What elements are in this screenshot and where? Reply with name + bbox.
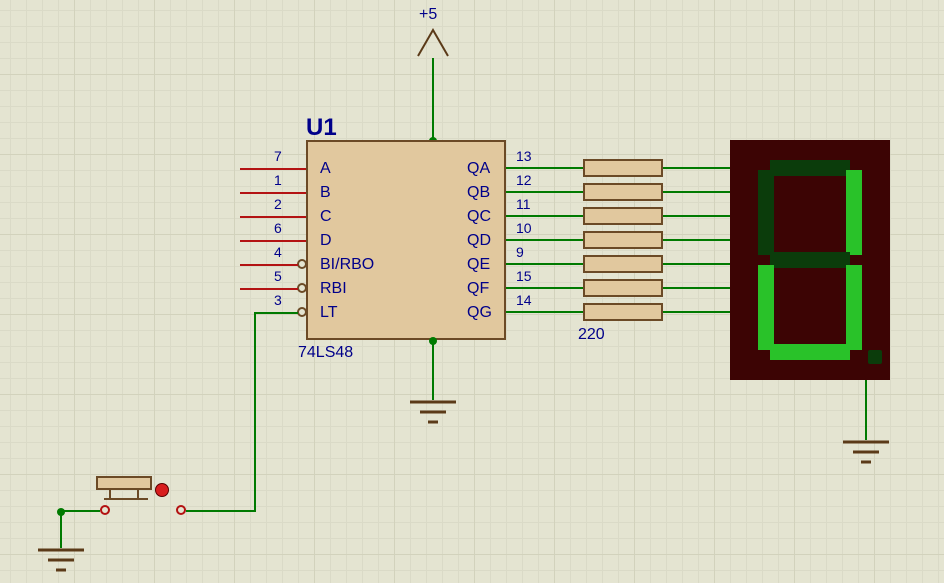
pin-num: 7 bbox=[274, 148, 282, 164]
resistor[interactable] bbox=[583, 303, 663, 321]
resistor[interactable] bbox=[583, 183, 663, 201]
wire bbox=[60, 510, 62, 548]
resistor[interactable] bbox=[583, 279, 663, 297]
wire bbox=[506, 167, 583, 169]
wire bbox=[240, 216, 306, 218]
power-arrow-icon bbox=[416, 26, 450, 60]
pin-name: QF bbox=[467, 280, 489, 298]
pin-name: QE bbox=[467, 256, 490, 274]
pin-num: 12 bbox=[516, 172, 532, 188]
wire bbox=[60, 510, 100, 512]
wire bbox=[663, 167, 730, 169]
pin-name: QG bbox=[467, 304, 492, 322]
wire bbox=[506, 191, 583, 193]
wire bbox=[506, 287, 583, 289]
inversion-bubble-icon bbox=[297, 259, 307, 269]
ic-part: 74LS48 bbox=[298, 344, 353, 362]
pin-name: QC bbox=[467, 208, 491, 226]
wire bbox=[432, 58, 434, 140]
wire bbox=[254, 312, 298, 314]
wire bbox=[663, 263, 730, 265]
wire bbox=[240, 240, 306, 242]
switch-body bbox=[96, 476, 152, 490]
pin-name: QD bbox=[467, 232, 491, 250]
ground-icon bbox=[38, 548, 84, 578]
seg-a bbox=[770, 160, 850, 176]
seg-dp bbox=[868, 350, 882, 364]
wire bbox=[663, 239, 730, 241]
pin-num: 6 bbox=[274, 220, 282, 236]
pin-num: 4 bbox=[274, 244, 282, 260]
pin-name: QB bbox=[467, 184, 490, 202]
wire bbox=[240, 288, 298, 290]
wire bbox=[506, 215, 583, 217]
wire bbox=[865, 380, 867, 440]
pin-name: QA bbox=[467, 160, 490, 178]
pin-num: 5 bbox=[274, 268, 282, 284]
seg-c bbox=[846, 265, 862, 350]
switch-terminal bbox=[100, 505, 110, 515]
ground-icon bbox=[843, 440, 889, 470]
pin-name: LT bbox=[320, 304, 337, 322]
wire bbox=[240, 168, 306, 170]
switch-actuator-button[interactable] bbox=[155, 483, 169, 497]
seg-e bbox=[758, 265, 774, 350]
resistor[interactable] bbox=[583, 231, 663, 249]
pin-name: RBI bbox=[320, 280, 347, 298]
wire bbox=[186, 510, 256, 512]
wire bbox=[240, 192, 306, 194]
wire bbox=[432, 340, 434, 400]
inversion-bubble-icon bbox=[297, 307, 307, 317]
wire bbox=[506, 239, 583, 241]
wire bbox=[663, 287, 730, 289]
resistor[interactable] bbox=[583, 207, 663, 225]
wire bbox=[240, 264, 298, 266]
power-label: +5 bbox=[419, 6, 437, 24]
seg-d bbox=[770, 344, 850, 360]
resistor[interactable] bbox=[583, 255, 663, 273]
inversion-bubble-icon bbox=[297, 283, 307, 293]
wire bbox=[663, 311, 730, 313]
pin-num: 10 bbox=[516, 220, 532, 236]
resistor[interactable] bbox=[583, 159, 663, 177]
wire bbox=[254, 312, 256, 512]
pin-num: 2 bbox=[274, 196, 282, 212]
wire bbox=[506, 263, 583, 265]
switch-arm bbox=[104, 498, 148, 500]
pin-num: 15 bbox=[516, 268, 532, 284]
wire bbox=[506, 311, 583, 313]
seg-g bbox=[770, 252, 850, 268]
seg-b bbox=[846, 170, 862, 255]
pin-name: A bbox=[320, 160, 331, 178]
pin-num: 11 bbox=[516, 196, 531, 212]
ground-icon bbox=[410, 400, 456, 430]
pin-num: 13 bbox=[516, 148, 532, 164]
pin-num: 1 bbox=[274, 172, 282, 188]
pin-name: C bbox=[320, 208, 332, 226]
ic-ref: U1 bbox=[306, 114, 337, 142]
switch-terminal bbox=[176, 505, 186, 515]
pin-num: 14 bbox=[516, 292, 532, 308]
pin-name: BI/RBO bbox=[320, 256, 374, 274]
pin-name: B bbox=[320, 184, 331, 202]
pin-num: 9 bbox=[516, 244, 524, 260]
seven-seg-display[interactable] bbox=[730, 140, 890, 380]
pin-num: 3 bbox=[274, 292, 282, 308]
wire bbox=[663, 215, 730, 217]
pin-name: D bbox=[320, 232, 332, 250]
resistor-value: 220 bbox=[578, 326, 605, 344]
seg-f bbox=[758, 170, 774, 255]
wire bbox=[663, 191, 730, 193]
